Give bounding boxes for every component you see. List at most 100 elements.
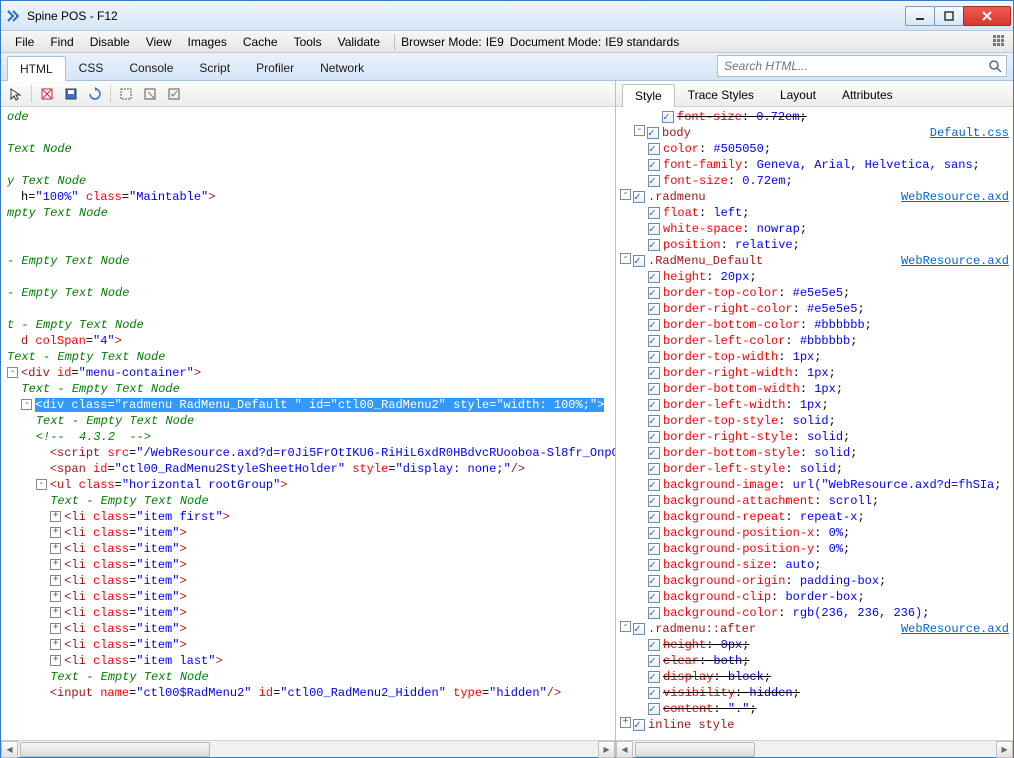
tab-profiler[interactable]: Profiler <box>243 55 307 80</box>
dom-node[interactable]: +<li class="item"> <box>7 541 615 557</box>
style-declaration[interactable]: clear: both; <box>620 653 1009 669</box>
expand-toggle-icon[interactable]: - <box>36 479 47 490</box>
style-declaration[interactable]: border-right-style: solid; <box>620 429 1009 445</box>
expand-toggle-icon[interactable]: + <box>50 543 61 554</box>
expand-toggle-icon[interactable]: + <box>50 639 61 650</box>
style-declaration[interactable]: position: relative; <box>620 237 1009 253</box>
dom-node[interactable]: <span id="ctl00_RadMenu2StyleSheetHolder… <box>7 461 615 477</box>
dom-node[interactable] <box>7 301 615 317</box>
dom-node[interactable]: <script src="/WebResource.axd?d=r0Ji5FrO… <box>7 445 615 461</box>
scroll-right-icon[interactable]: ▸ <box>598 741 615 758</box>
menu-grid-icon[interactable] <box>993 35 1007 49</box>
decl-checkbox[interactable] <box>648 607 660 619</box>
validate-icon[interactable] <box>163 83 185 105</box>
menu-view[interactable]: View <box>138 33 180 51</box>
style-declaration[interactable]: border-right-color: #e5e5e5; <box>620 301 1009 317</box>
decl-checkbox[interactable] <box>648 639 660 651</box>
decl-checkbox[interactable] <box>662 111 674 123</box>
dom-node[interactable]: Text - Empty Text Node <box>7 493 615 509</box>
dom-node[interactable]: +<li class="item"> <box>7 525 615 541</box>
decl-checkbox[interactable] <box>648 671 660 683</box>
decl-checkbox[interactable] <box>648 271 660 283</box>
decl-checkbox[interactable] <box>648 399 660 411</box>
style-declaration[interactable]: background-attachment: scroll; <box>620 493 1009 509</box>
refresh-icon[interactable] <box>84 83 106 105</box>
style-declaration[interactable]: border-bottom-color: #bbbbbb; <box>620 317 1009 333</box>
decl-checkbox[interactable] <box>648 319 660 331</box>
dom-node[interactable]: +<li class="item"> <box>7 621 615 637</box>
decl-checkbox[interactable] <box>648 559 660 571</box>
style-declaration[interactable]: border-top-width: 1px; <box>620 349 1009 365</box>
source-link[interactable]: WebResource.axd <box>881 189 1009 205</box>
menu-tools[interactable]: Tools <box>286 33 330 51</box>
pointer-tool-icon[interactable] <box>5 83 27 105</box>
dom-node[interactable]: Text Node <box>7 141 615 157</box>
style-declaration[interactable]: background-size: auto; <box>620 557 1009 573</box>
decl-checkbox[interactable] <box>648 207 660 219</box>
menu-images[interactable]: Images <box>180 33 235 51</box>
browser-mode-value[interactable]: IE9 <box>482 35 510 49</box>
style-declaration[interactable]: content: "."; <box>620 701 1009 717</box>
expand-toggle-icon[interactable]: + <box>50 623 61 634</box>
style-rule[interactable]: +inline style <box>620 717 1009 733</box>
save-icon[interactable] <box>60 83 82 105</box>
expand-toggle-icon[interactable]: + <box>50 655 61 666</box>
expand-toggle-icon[interactable]: + <box>50 607 61 618</box>
style-declaration[interactable]: background-clip: border-box; <box>620 589 1009 605</box>
style-declaration[interactable]: background-repeat: repeat-x; <box>620 509 1009 525</box>
dom-node[interactable]: -<ul class="horizontal rootGroup"> <box>7 477 615 493</box>
decl-checkbox[interactable] <box>648 303 660 315</box>
decl-checkbox[interactable] <box>648 415 660 427</box>
dom-node[interactable] <box>7 125 615 141</box>
style-declaration[interactable]: border-top-style: solid; <box>620 413 1009 429</box>
expand-toggle-icon[interactable]: + <box>50 511 61 522</box>
style-declaration[interactable]: background-origin: padding-box; <box>620 573 1009 589</box>
style-declaration[interactable]: border-left-style: solid; <box>620 461 1009 477</box>
dom-node[interactable]: <!-- 4.3.2 --> <box>7 429 615 445</box>
subtab-trace-styles[interactable]: Trace Styles <box>675 83 767 106</box>
decl-checkbox[interactable] <box>648 543 660 555</box>
expand-toggle-icon[interactable]: + <box>50 575 61 586</box>
dom-node[interactable]: +<li class="item"> <box>7 573 615 589</box>
document-mode-value[interactable]: IE9 standards <box>601 35 679 49</box>
dom-node[interactable]: mpty Text Node <box>7 205 615 221</box>
dom-node[interactable]: t - Empty Text Node <box>7 317 615 333</box>
search-box[interactable] <box>717 55 1007 77</box>
subtab-attributes[interactable]: Attributes <box>829 83 906 106</box>
menu-find[interactable]: Find <box>42 33 81 51</box>
menu-disable[interactable]: Disable <box>82 33 138 51</box>
search-icon[interactable] <box>984 59 1006 73</box>
decl-checkbox[interactable] <box>648 463 660 475</box>
rule-checkbox[interactable] <box>633 191 645 203</box>
expand-toggle-icon[interactable]: + <box>50 527 61 538</box>
style-declaration[interactable]: border-bottom-style: solid; <box>620 445 1009 461</box>
tab-script[interactable]: Script <box>186 55 243 80</box>
maximize-button[interactable] <box>934 6 964 26</box>
expand-toggle-icon[interactable]: - <box>620 253 631 264</box>
decl-checkbox[interactable] <box>648 239 660 251</box>
tab-console[interactable]: Console <box>116 55 186 80</box>
expand-toggle-icon[interactable]: - <box>634 125 645 136</box>
source-link[interactable]: WebResource.axd <box>881 253 1009 269</box>
decl-checkbox[interactable] <box>648 431 660 443</box>
style-declaration[interactable]: border-right-width: 1px; <box>620 365 1009 381</box>
expand-toggle-icon[interactable]: - <box>620 189 631 200</box>
rule-checkbox[interactable] <box>633 719 645 731</box>
dom-node[interactable]: d colSpan="4"> <box>7 333 615 349</box>
dom-node[interactable]: +<li class="item"> <box>7 637 615 653</box>
scroll-left-icon[interactable]: ◂ <box>1 741 18 758</box>
decl-checkbox[interactable] <box>648 175 660 187</box>
expand-toggle-icon[interactable]: - <box>21 399 32 410</box>
dom-node[interactable]: +<li class="item last"> <box>7 653 615 669</box>
search-input[interactable] <box>718 59 984 73</box>
source-link[interactable]: Default.css <box>910 125 1009 141</box>
style-hscrollbar[interactable]: ◂ ▸ <box>616 740 1013 757</box>
dom-node[interactable]: +<li class="item"> <box>7 557 615 573</box>
expand-toggle-icon[interactable]: + <box>50 559 61 570</box>
minimize-button[interactable] <box>905 6 935 26</box>
dom-node[interactable]: -<div id="menu-container"> <box>7 365 615 381</box>
tab-css[interactable]: CSS <box>66 55 117 80</box>
dom-node[interactable]: h="100%" class="Maintable"> <box>7 189 615 205</box>
expand-toggle-icon[interactable]: + <box>620 717 631 728</box>
dom-node[interactable]: y Text Node <box>7 173 615 189</box>
